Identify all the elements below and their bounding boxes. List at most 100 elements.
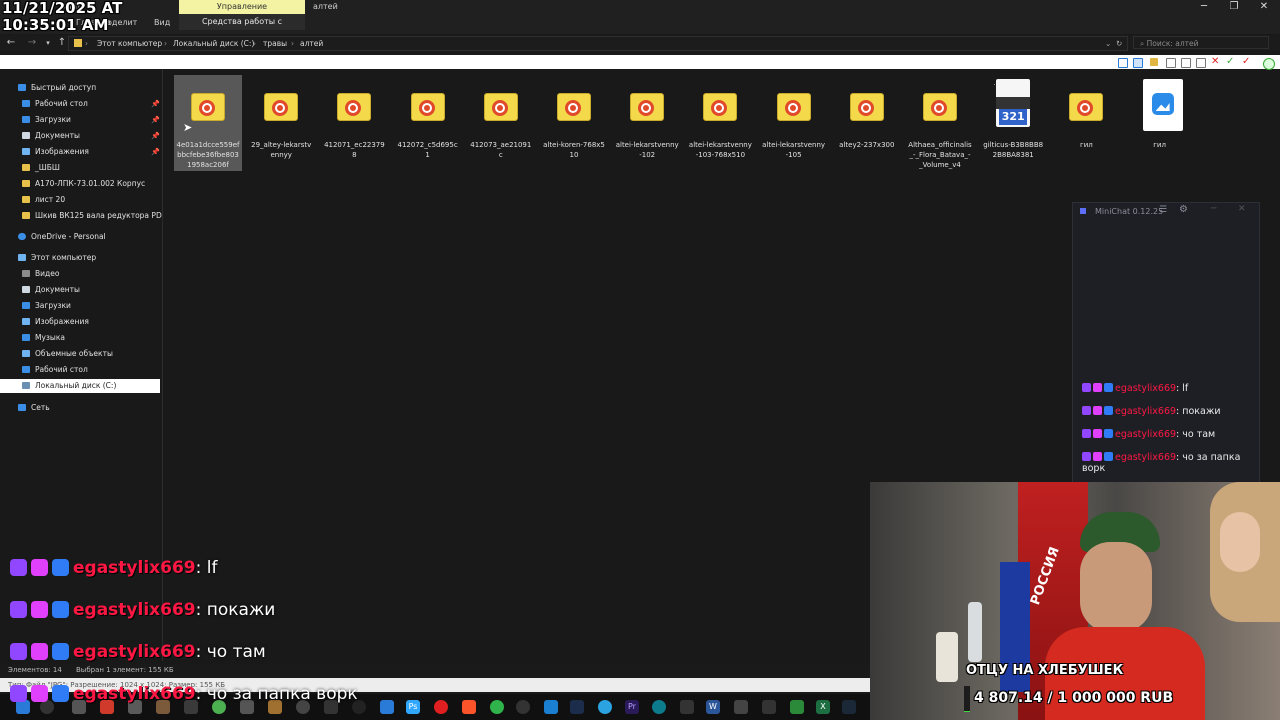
properties-icon[interactable]: [1196, 58, 1206, 68]
search-input[interactable]: ⌕ Поиск: алтей: [1133, 36, 1269, 49]
breadcrumb[interactable]: › Этот компьютер › Локальный диск (C:) ›…: [68, 36, 1128, 51]
nav-pc-pictures[interactable]: Изображения: [22, 315, 89, 329]
ribbon-context-picture-tools[interactable]: Средства работы с рисунками: [179, 14, 305, 42]
pin-icon[interactable]: 📌: [151, 132, 160, 140]
crumb-travy[interactable]: травы: [263, 39, 287, 48]
details-pane-icon[interactable]: [1118, 58, 1128, 68]
file-item[interactable]: altei-lekarstvenny-103-768x510: [686, 75, 754, 171]
checkmark-icon[interactable]: ✓: [1226, 57, 1234, 67]
nav-quick-pictures[interactable]: Изображения: [22, 145, 89, 159]
telegram-icon[interactable]: [598, 700, 612, 714]
photos-icon: [1142, 79, 1183, 131]
nav-pc-local-disk[interactable]: Локальный диск (C:): [0, 379, 160, 393]
app-icon[interactable]: [490, 700, 504, 714]
nav-network[interactable]: Сеть: [18, 401, 50, 415]
nav-pc-downloads[interactable]: Загрузки: [22, 299, 71, 313]
nav-quick-shbsh[interactable]: _ШБШ: [22, 161, 60, 175]
app-icon[interactable]: [734, 700, 748, 714]
file-item[interactable]: 29_altey-lekarstvennyy: [247, 75, 315, 171]
nav-pc-3d-objects[interactable]: Объемные объекты: [22, 347, 113, 361]
globe-icon[interactable]: [1263, 58, 1275, 70]
minimize-icon[interactable]: ─: [1211, 204, 1216, 214]
minichat-message: egastylix669: покажи: [1082, 406, 1258, 417]
close-icon[interactable]: ✕: [1248, 0, 1280, 14]
jpg-icon: [337, 89, 372, 121]
excel-icon[interactable]: X: [816, 700, 830, 714]
file-item[interactable]: altey2-237x300: [833, 75, 901, 171]
nav-quick-documents[interactable]: Документы: [22, 129, 80, 143]
edge-icon[interactable]: [652, 700, 666, 714]
close-icon[interactable]: ✕: [1238, 204, 1246, 214]
recent-chevron-icon[interactable]: ▾: [42, 36, 54, 50]
back-arrow-icon[interactable]: ←: [5, 36, 17, 50]
app-icon[interactable]: [790, 700, 804, 714]
heart-icon: [1093, 429, 1102, 438]
crumb-this-pc[interactable]: Этот компьютер: [97, 39, 162, 48]
nav-onedrive[interactable]: OneDrive - Personal: [18, 230, 106, 244]
file-item[interactable]: altei-lekarstvenny-105: [760, 75, 828, 171]
dropdown-chevron-icon[interactable]: ⌄: [1105, 39, 1111, 48]
pin-icon[interactable]: 📌: [151, 100, 160, 108]
minichat-window[interactable]: MiniChat 0.12.25 ☰ ⚙ ─ ✕: [1072, 202, 1260, 484]
jpg-icon: [483, 89, 518, 121]
restore-icon[interactable]: ❐: [1218, 0, 1250, 14]
file-item[interactable]: 412073_ae21091c: [467, 75, 535, 171]
donation-caption: ОТЦУ НА ХЛЕБУШЕК: [966, 663, 1124, 678]
heart-icon: [31, 559, 48, 576]
window-title: алтей: [313, 2, 338, 11]
preview-pane-icon[interactable]: [1133, 58, 1143, 68]
overlay-chat-message: egastylix669: чо за папка ворк: [10, 680, 358, 708]
premiere-icon[interactable]: Pr: [625, 700, 639, 714]
paste-icon[interactable]: [1181, 58, 1191, 68]
app-icon[interactable]: [570, 700, 584, 714]
checkmark-red-icon[interactable]: ✓: [1242, 57, 1250, 67]
copy-icon[interactable]: [1166, 58, 1176, 68]
donation-amount: 4 807.14 / 1 000 000 RUB: [974, 690, 1174, 706]
app-icon[interactable]: [762, 700, 776, 714]
file-item[interactable]: гил: [1052, 75, 1120, 171]
list-icon[interactable]: ☰: [1159, 205, 1167, 215]
minimize-icon[interactable]: ─: [1188, 0, 1220, 14]
nav-quick-list20[interactable]: лист 20: [22, 193, 65, 207]
nav-pc-video[interactable]: Видео: [22, 267, 59, 281]
pin-icon[interactable]: 📌: [151, 116, 160, 124]
nav-quick-downloads[interactable]: Загрузки: [22, 113, 71, 127]
file-item[interactable]: 412072_c5d695c1: [394, 75, 462, 171]
app-icon[interactable]: [544, 700, 558, 714]
download-icon: [22, 302, 30, 309]
delete-icon[interactable]: ✕: [1211, 57, 1219, 67]
file-item[interactable]: altei-koren-768x510: [540, 75, 608, 171]
nav-quick-shkiv[interactable]: Шкив ВК125 вала редуктора PDW1: [22, 209, 162, 223]
steam-icon[interactable]: [842, 700, 856, 714]
refresh-icon[interactable]: ↻: [1116, 39, 1122, 48]
ribbon-tab-view[interactable]: Вид: [154, 18, 170, 27]
crumb-local-disk[interactable]: Локальный диск (C:): [173, 39, 254, 48]
brave-icon[interactable]: [462, 700, 476, 714]
new-folder-icon[interactable]: [1150, 58, 1158, 66]
opera-icon[interactable]: [434, 700, 448, 714]
nav-pc-desktop[interactable]: Рабочий стол: [22, 363, 88, 377]
app-icon[interactable]: [680, 700, 694, 714]
crumb-altei[interactable]: алтей: [300, 39, 323, 48]
gear-icon[interactable]: ⚙: [1179, 204, 1188, 215]
file-item[interactable]: гил: [1126, 75, 1194, 171]
app-icon[interactable]: [380, 700, 394, 714]
pin-icon[interactable]: 📌: [151, 148, 160, 156]
app-icon[interactable]: [516, 700, 530, 714]
nav-pc-documents[interactable]: Документы: [22, 283, 80, 297]
forward-arrow-icon[interactable]: →: [26, 36, 38, 50]
file-name: Althaea_officinalis_-_Flora_Batava_-_Vol…: [908, 141, 972, 169]
file-item[interactable]: .mp4321gilticus-B3B8BB82B8BA8381: [979, 75, 1047, 171]
nav-this-pc[interactable]: Этот компьютер: [18, 251, 96, 265]
nav-quick-access[interactable]: Быстрый доступ: [18, 81, 96, 95]
nav-quick-desktop[interactable]: Рабочий стол: [22, 97, 88, 111]
file-item[interactable]: altei-lekarstvenny-102: [613, 75, 681, 171]
nav-pc-music[interactable]: Музыка: [22, 331, 65, 345]
word-icon[interactable]: W: [706, 700, 720, 714]
nav-quick-a170[interactable]: А170-ЛПК-73.01.002 Корпус: [22, 177, 145, 191]
ribbon-tab-manage[interactable]: Управление: [179, 0, 305, 14]
photoshop-icon[interactable]: Ps: [406, 700, 420, 714]
up-arrow-icon[interactable]: ↑: [56, 36, 68, 50]
file-item[interactable]: 412071_ec223798: [320, 75, 388, 171]
file-item[interactable]: Althaea_officinalis_-_Flora_Batava_-_Vol…: [906, 75, 974, 171]
